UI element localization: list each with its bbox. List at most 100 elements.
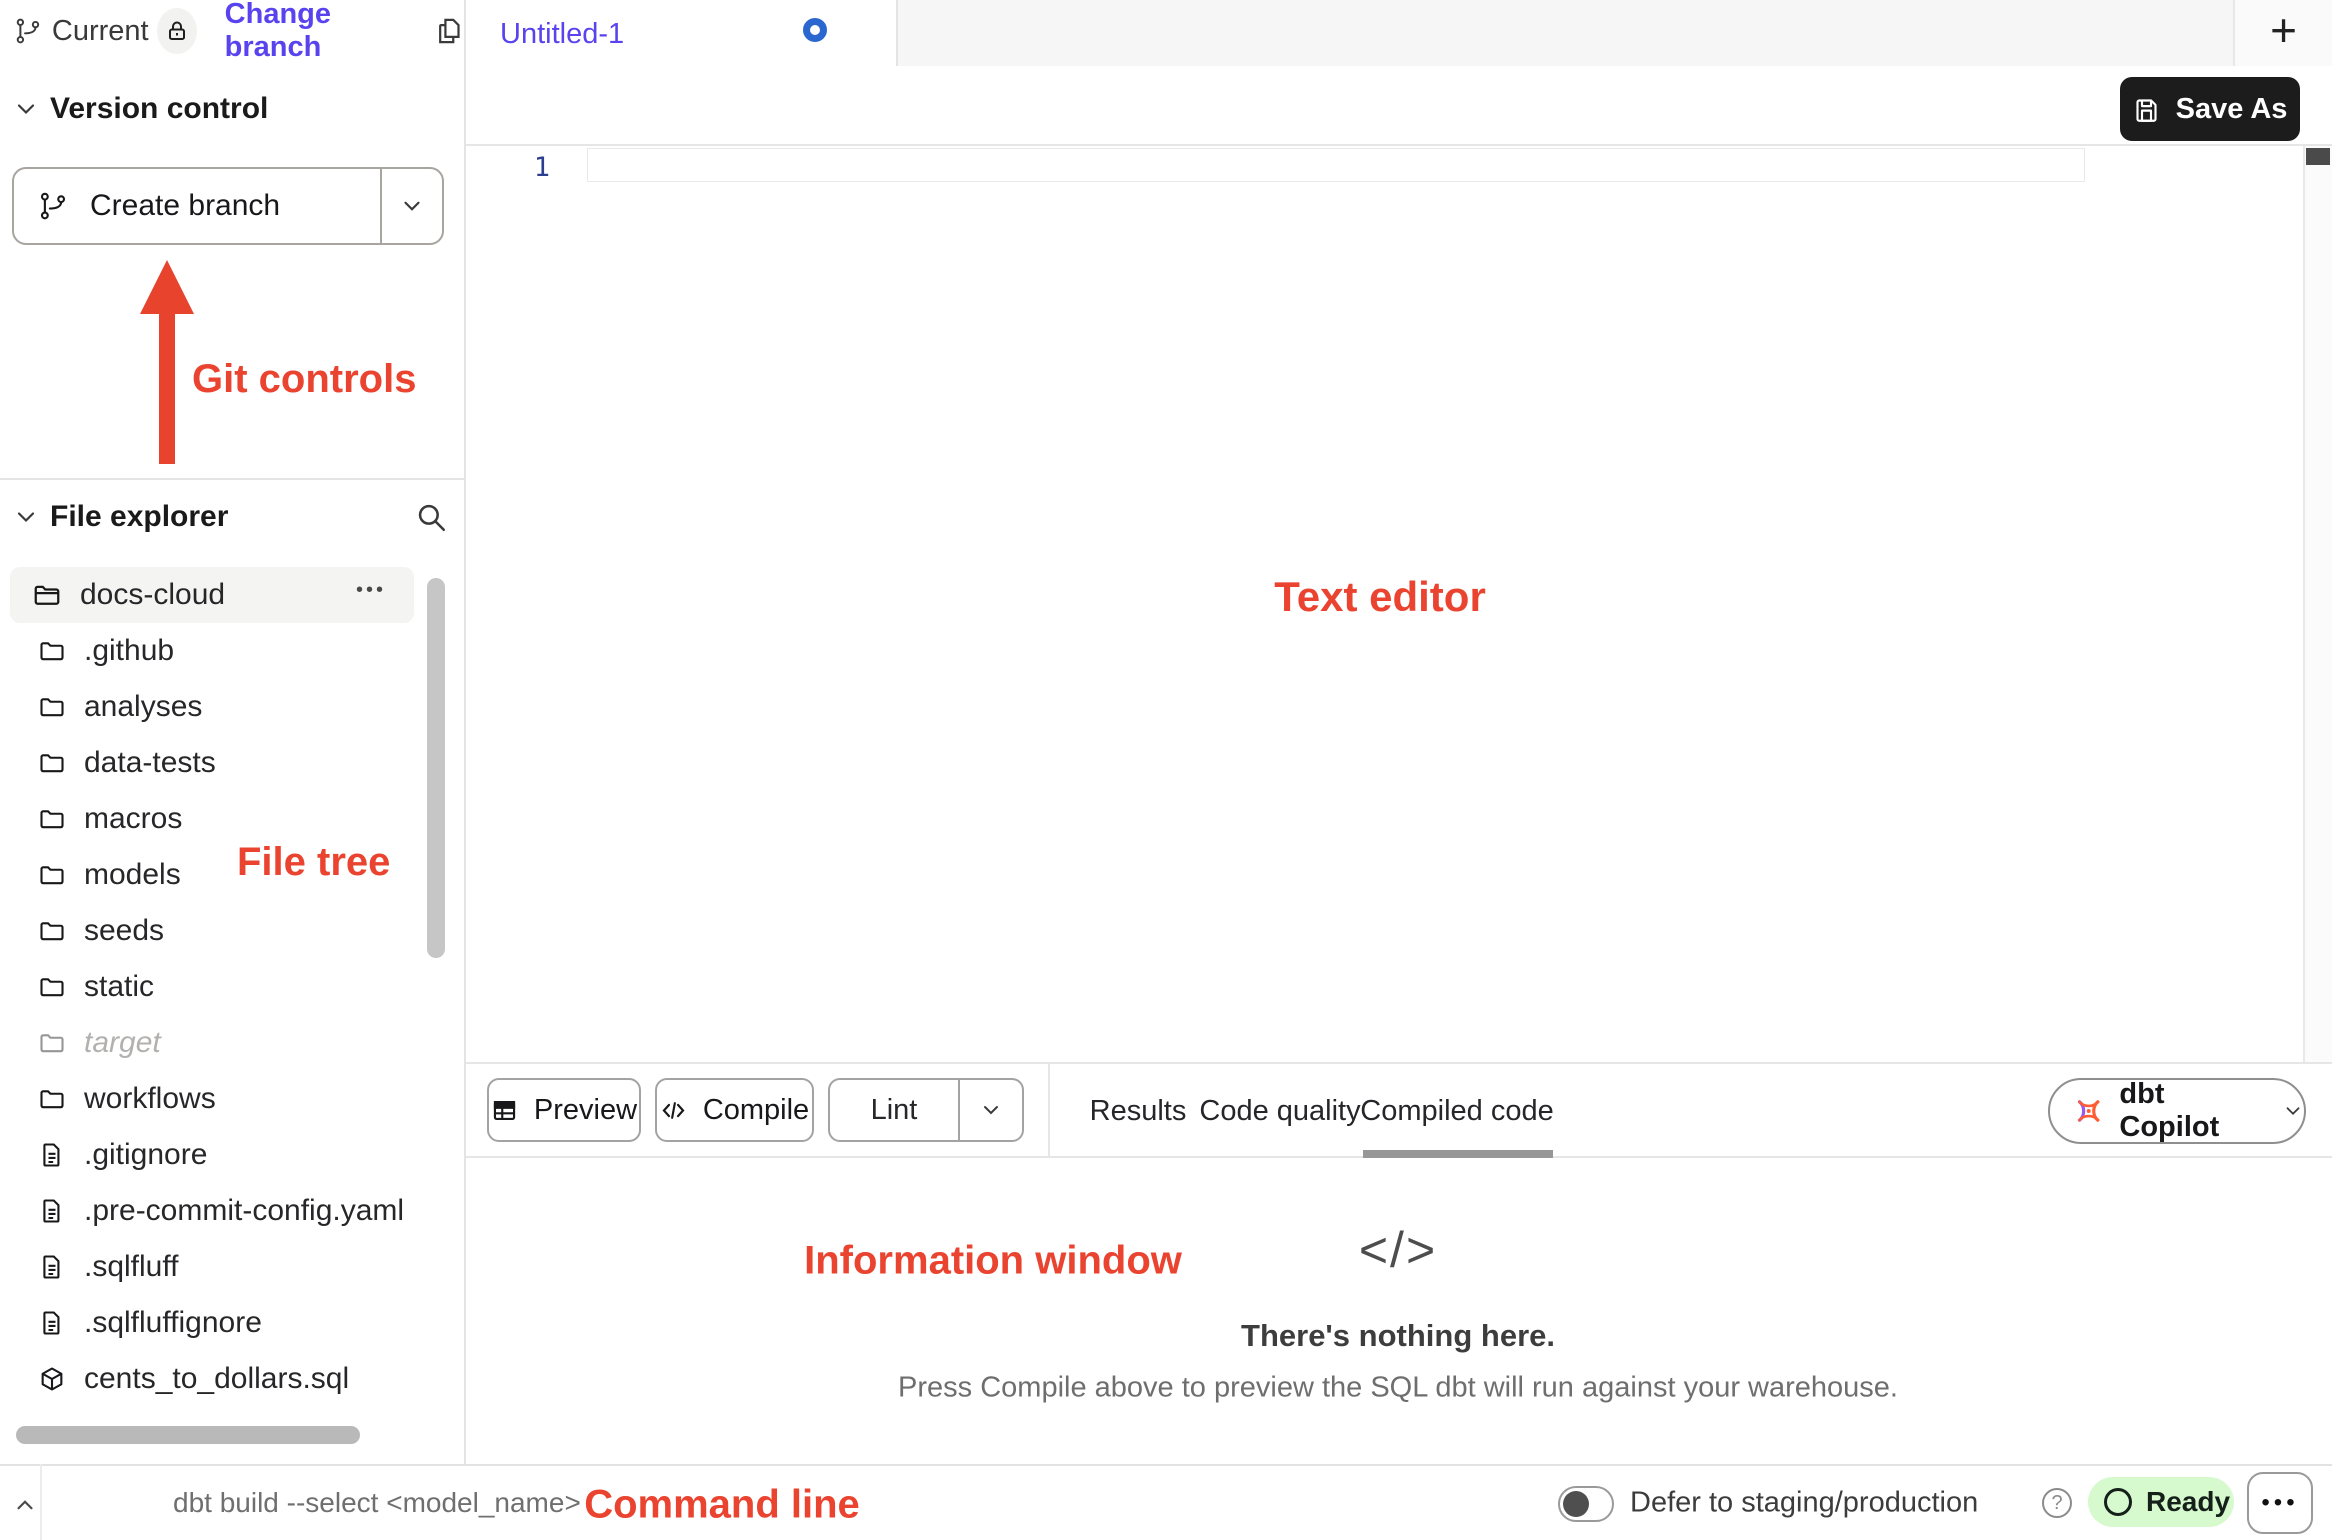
file-icon: [38, 1141, 66, 1169]
branch-icon: [14, 15, 42, 47]
tab-results[interactable]: Results: [1090, 1095, 1187, 1128]
tree-item-label: .sqlfluffignore: [84, 1306, 262, 1340]
command-bar-divider: [40, 1464, 42, 1540]
create-branch-button[interactable]: Create branch: [14, 169, 382, 243]
file-tree-vertical-scrollbar[interactable]: [427, 578, 445, 958]
panel-divider: [1048, 1062, 1050, 1158]
annotation-git-controls: Git controls: [192, 357, 416, 402]
table-icon: [491, 1097, 518, 1124]
branch-icon: [38, 191, 68, 221]
dbt-copilot-label: dbt Copilot: [2119, 1078, 2260, 1144]
tree-item-label: target: [84, 1026, 161, 1060]
tree-item-folder[interactable]: .github: [0, 623, 420, 679]
tree-item-folder[interactable]: analyses: [0, 679, 420, 735]
status-badge-ready: Ready: [2088, 1477, 2234, 1527]
file-icon: [38, 1253, 66, 1281]
change-branch-link[interactable]: Change branch: [225, 0, 409, 64]
tab-code-quality[interactable]: Code quality: [1199, 1095, 1360, 1128]
tree-item-file[interactable]: .pre-commit-config.yaml: [0, 1183, 420, 1239]
tree-item-label: workflows: [84, 1082, 216, 1116]
tree-item-label: cents_to_dollars.sql: [84, 1362, 349, 1396]
folder-icon: [38, 1085, 66, 1113]
compile-button[interactable]: Compile: [655, 1078, 814, 1142]
chevron-down-icon: [2282, 1099, 2304, 1123]
current-branch-label: Current: [52, 15, 149, 48]
tree-item-folder-target[interactable]: target: [0, 1015, 420, 1071]
tree-item-label: .github: [84, 634, 174, 668]
command-line-input[interactable]: dbt build --select <model_name>: [173, 1487, 581, 1519]
folder-icon: [38, 749, 66, 777]
new-tab-button[interactable]: +: [2233, 0, 2332, 66]
plus-icon: +: [2270, 3, 2297, 57]
annotation-information-window: Information window: [804, 1239, 1182, 1284]
tree-item-file[interactable]: .gitignore: [0, 1127, 420, 1183]
search-icon[interactable]: [414, 500, 448, 534]
tree-item-root[interactable]: docs-cloud •••: [10, 567, 414, 623]
preview-button[interactable]: Preview: [487, 1078, 641, 1142]
save-as-label: Save As: [2176, 93, 2288, 126]
chevron-up-icon[interactable]: [12, 1492, 38, 1518]
folder-icon: [38, 637, 66, 665]
lint-dropdown-button[interactable]: [960, 1080, 1022, 1140]
editor-scrollbar-thumb[interactable]: [2306, 148, 2330, 165]
tree-item-folder[interactable]: static: [0, 959, 420, 1015]
tree-item-file[interactable]: .sqlfluff: [0, 1239, 420, 1295]
lock-icon: [165, 19, 189, 43]
editor-scrollbar-track[interactable]: [2303, 146, 2332, 1062]
save-as-button[interactable]: Save As: [2120, 77, 2300, 141]
more-options-button[interactable]: •••: [2247, 1472, 2313, 1534]
dbt-copilot-button[interactable]: dbt Copilot: [2048, 1078, 2306, 1144]
lint-split-button: Lint: [828, 1078, 1024, 1142]
chevron-down-icon: [14, 97, 38, 121]
editor-header: [466, 66, 2332, 146]
tree-item-file[interactable]: .sqlfluffignore: [0, 1295, 420, 1351]
tree-item-folder[interactable]: workflows: [0, 1071, 420, 1127]
defer-label: Defer to staging/production: [1630, 1487, 1978, 1520]
tree-item-label: data-tests: [84, 746, 216, 780]
folder-icon: [38, 973, 66, 1001]
dbt-cloud-ide: Current Change branch Version control: [0, 0, 2332, 1540]
folder-icon: [38, 805, 66, 833]
ready-label: Ready: [2146, 1486, 2230, 1518]
sidebar-section-divider: [0, 478, 466, 480]
version-control-title: Version control: [50, 92, 268, 126]
file-explorer-title: File explorer: [50, 500, 228, 534]
preview-label: Preview: [534, 1094, 637, 1127]
file-tree: docs-cloud ••• .github analyses data-tes…: [0, 567, 420, 1407]
ellipsis-menu-icon[interactable]: •••: [356, 579, 386, 602]
tab-untitled-1[interactable]: Untitled-1: [466, 0, 898, 68]
unsaved-changes-dot: [803, 18, 827, 42]
sidebar: Current Change branch Version control: [0, 0, 466, 1464]
active-tab-underline: [1363, 1150, 1553, 1158]
code-icon: [660, 1097, 687, 1124]
file-explorer-header[interactable]: File explorer: [14, 500, 452, 534]
defer-toggle[interactable]: [1558, 1486, 1614, 1522]
lint-label: Lint: [871, 1094, 918, 1127]
dbt-copilot-logo-icon: [2074, 1095, 2103, 1127]
help-icon[interactable]: ?: [2042, 1488, 2072, 1518]
tree-item-label: models: [84, 858, 181, 892]
tree-item-folder[interactable]: data-tests: [0, 735, 420, 791]
tree-item-model[interactable]: cents_to_dollars.sql: [0, 1351, 420, 1407]
annotation-file-tree: File tree: [237, 840, 390, 885]
cube-icon: [38, 1365, 66, 1393]
copy-icon[interactable]: [433, 13, 464, 49]
tree-item-label: static: [84, 970, 154, 1004]
tree-item-label: analyses: [84, 690, 202, 724]
editor-line-number: 1: [505, 152, 550, 183]
file-tree-horizontal-scrollbar[interactable]: [16, 1426, 360, 1444]
create-branch-dropdown-button[interactable]: [382, 169, 442, 243]
tree-item-folder[interactable]: seeds: [0, 903, 420, 959]
folder-icon: [38, 861, 66, 889]
tree-item-label: .pre-commit-config.yaml: [84, 1194, 404, 1228]
annotation-command-line: Command line: [584, 1483, 860, 1528]
create-branch-split-button: Create branch: [12, 167, 444, 245]
lint-button[interactable]: Lint: [830, 1080, 960, 1140]
version-control-header[interactable]: Version control: [14, 92, 268, 126]
empty-state-title: There's nothing here.: [1241, 1318, 1555, 1354]
folder-icon: [38, 1029, 66, 1057]
tree-item-folder[interactable]: macros: [0, 791, 420, 847]
tab-compiled-code[interactable]: Compiled code: [1360, 1095, 1553, 1128]
file-icon: [38, 1197, 66, 1225]
editor-active-line[interactable]: [587, 148, 2085, 182]
